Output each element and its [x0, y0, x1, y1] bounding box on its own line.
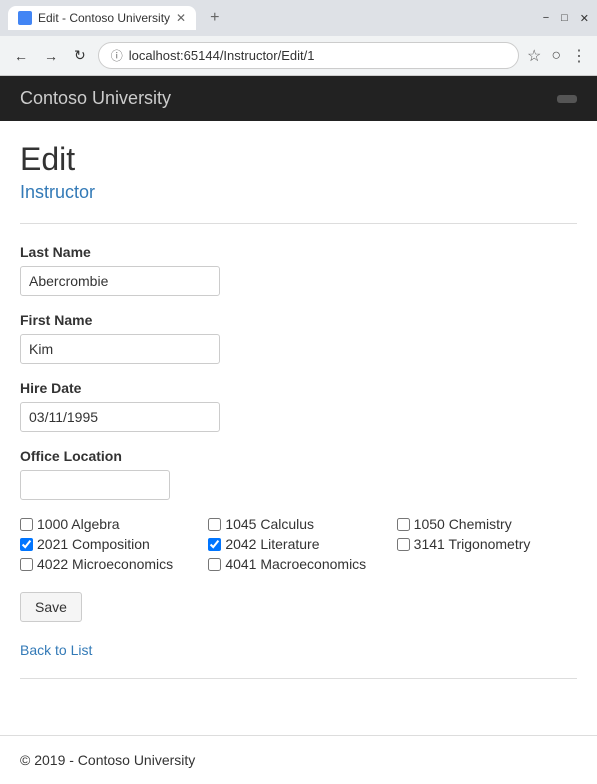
bookmark-icon[interactable]: ☆: [527, 46, 541, 66]
divider-top: [20, 223, 577, 224]
back-button[interactable]: ←: [10, 44, 32, 68]
hire-date-label: Hire Date: [20, 380, 577, 396]
course-item: 4022 Microeconomics: [20, 556, 200, 572]
footer-text: © 2019 - Contoso University: [20, 752, 195, 768]
first-name-label: First Name: [20, 312, 577, 328]
course-label-2021: 2021 Composition: [37, 536, 150, 552]
divider-bottom: [20, 678, 577, 679]
course-checkbox-4022[interactable]: [20, 558, 33, 571]
office-location-label: Office Location: [20, 448, 577, 464]
active-tab[interactable]: Edit - Contoso University ✕: [8, 6, 196, 30]
lock-icon: ⓘ: [111, 47, 123, 64]
header-button[interactable]: [557, 95, 577, 103]
office-location-group: Office Location: [20, 448, 577, 500]
maximize-button[interactable]: □: [561, 12, 568, 24]
app-title: Contoso University: [20, 88, 171, 109]
hire-date-group: Hire Date: [20, 380, 577, 432]
course-item: 3141 Trigonometry: [397, 536, 577, 552]
course-checkbox-1050[interactable]: [397, 518, 410, 531]
course-label-1000: 1000 Algebra: [37, 516, 120, 532]
course-checkbox-1000[interactable]: [20, 518, 33, 531]
tab-strip: Edit - Contoso University ✕ +: [8, 6, 225, 30]
course-label-4022: 4022 Microeconomics: [37, 556, 173, 572]
first-name-input[interactable]: [20, 334, 220, 364]
hire-date-input[interactable]: [20, 402, 220, 432]
course-item: 1045 Calculus: [208, 516, 388, 532]
new-tab-button[interactable]: +: [204, 9, 225, 27]
tab-favicon: [18, 11, 32, 25]
course-checkbox-2021[interactable]: [20, 538, 33, 551]
course-checkbox-2042[interactable]: [208, 538, 221, 551]
course-item: 1050 Chemistry: [397, 516, 577, 532]
address-text: localhost:65144/Instructor/Edit/1: [129, 48, 315, 63]
app-header: Contoso University: [0, 76, 597, 121]
page-content: Edit Instructor Last Name First Name Hir…: [0, 121, 597, 719]
nav-bar: ← → ↻ ⓘ localhost:65144/Instructor/Edit/…: [0, 36, 597, 75]
course-checkbox-3141[interactable]: [397, 538, 410, 551]
course-item: 1000 Algebra: [20, 516, 200, 532]
course-checkbox-1045[interactable]: [208, 518, 221, 531]
title-bar: Edit - Contoso University ✕ + − □ ✕: [0, 0, 597, 36]
course-label-4041: 4041 Macroeconomics: [225, 556, 366, 572]
address-bar[interactable]: ⓘ localhost:65144/Instructor/Edit/1: [98, 42, 519, 69]
browser-action-icons: ☆ ○ ⋮: [527, 46, 587, 66]
page-subheading: Instructor: [20, 182, 577, 203]
first-name-group: First Name: [20, 312, 577, 364]
course-item: 4041 Macroeconomics: [208, 556, 388, 572]
office-location-input[interactable]: [20, 470, 170, 500]
menu-icon[interactable]: ⋮: [571, 46, 587, 66]
tab-close-button[interactable]: ✕: [176, 11, 186, 25]
last-name-label: Last Name: [20, 244, 577, 260]
course-item: 2021 Composition: [20, 536, 200, 552]
course-label-2042: 2042 Literature: [225, 536, 319, 552]
last-name-group: Last Name: [20, 244, 577, 296]
close-button[interactable]: ✕: [580, 12, 589, 25]
course-label-3141: 3141 Trigonometry: [414, 536, 531, 552]
course-label-1045: 1045 Calculus: [225, 516, 314, 532]
reload-button[interactable]: ↻: [70, 43, 90, 68]
forward-button[interactable]: →: [40, 44, 62, 68]
minimize-button[interactable]: −: [543, 12, 549, 24]
course-checkbox-4041[interactable]: [208, 558, 221, 571]
course-item: 2042 Literature: [208, 536, 388, 552]
save-button[interactable]: Save: [20, 592, 82, 622]
courses-grid: 1000 Algebra 1045 Calculus 1050 Chemistry 2…: [20, 516, 577, 572]
window-controls: − □ ✕: [543, 12, 589, 25]
back-to-list-link[interactable]: Back to List: [20, 642, 92, 658]
course-label-1050: 1050 Chemistry: [414, 516, 512, 532]
page-heading: Edit: [20, 141, 577, 178]
browser-chrome: Edit - Contoso University ✕ + − □ ✕ ← → …: [0, 0, 597, 76]
page-footer: © 2019 - Contoso University: [0, 735, 597, 784]
profile-icon[interactable]: ○: [551, 47, 561, 65]
tab-title: Edit - Contoso University: [38, 11, 170, 25]
last-name-input[interactable]: [20, 266, 220, 296]
